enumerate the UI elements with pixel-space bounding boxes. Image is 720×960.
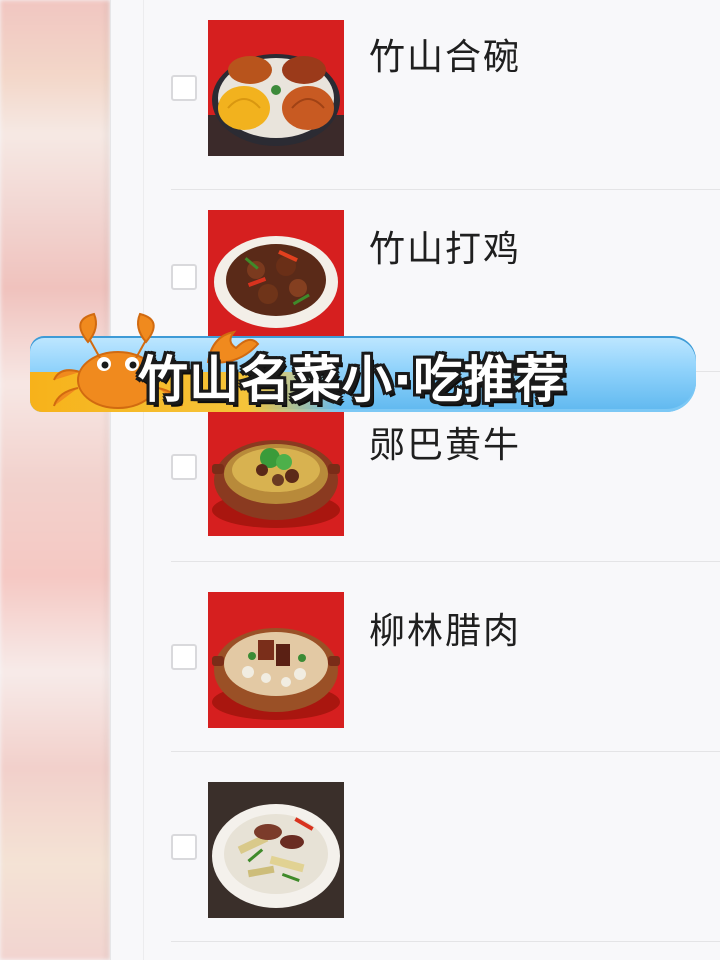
- item-checkbox[interactable]: [171, 644, 197, 670]
- dish-name: 柳林腊肉: [369, 611, 522, 652]
- dish-name: 竹山合碗: [369, 37, 522, 78]
- list-item[interactable]: [111, 752, 720, 942]
- item-checkbox[interactable]: [171, 834, 197, 860]
- dish-name: 竹山打鸡: [369, 229, 522, 270]
- item-checkbox[interactable]: [171, 75, 197, 101]
- item-checkbox[interactable]: [171, 454, 197, 480]
- screen: 竹山合碗 竹山打鸡 郧巴黄牛 柳林腊肉 竹山名菜小·吃推荐: [0, 0, 720, 960]
- beef-pot-image: [208, 400, 344, 536]
- list-item[interactable]: 竹山合碗: [111, 0, 720, 190]
- item-checkbox[interactable]: [171, 264, 197, 290]
- divider: [171, 941, 720, 942]
- bowl-set-image: [208, 20, 344, 156]
- background-app-strip: [0, 0, 110, 960]
- cured-pork-pot-image: [208, 592, 344, 728]
- dish-name: 郧巴黄牛: [369, 425, 522, 466]
- bamboo-shoot-pork-image: [208, 782, 344, 918]
- list-item[interactable]: 柳林腊肉: [111, 562, 720, 752]
- dish-checklist: 竹山合碗 竹山打鸡 郧巴黄牛 柳林腊肉: [110, 0, 720, 960]
- banner-title: 竹山名菜小·吃推荐: [138, 351, 566, 409]
- title-banner: 竹山名菜小·吃推荐: [20, 312, 700, 418]
